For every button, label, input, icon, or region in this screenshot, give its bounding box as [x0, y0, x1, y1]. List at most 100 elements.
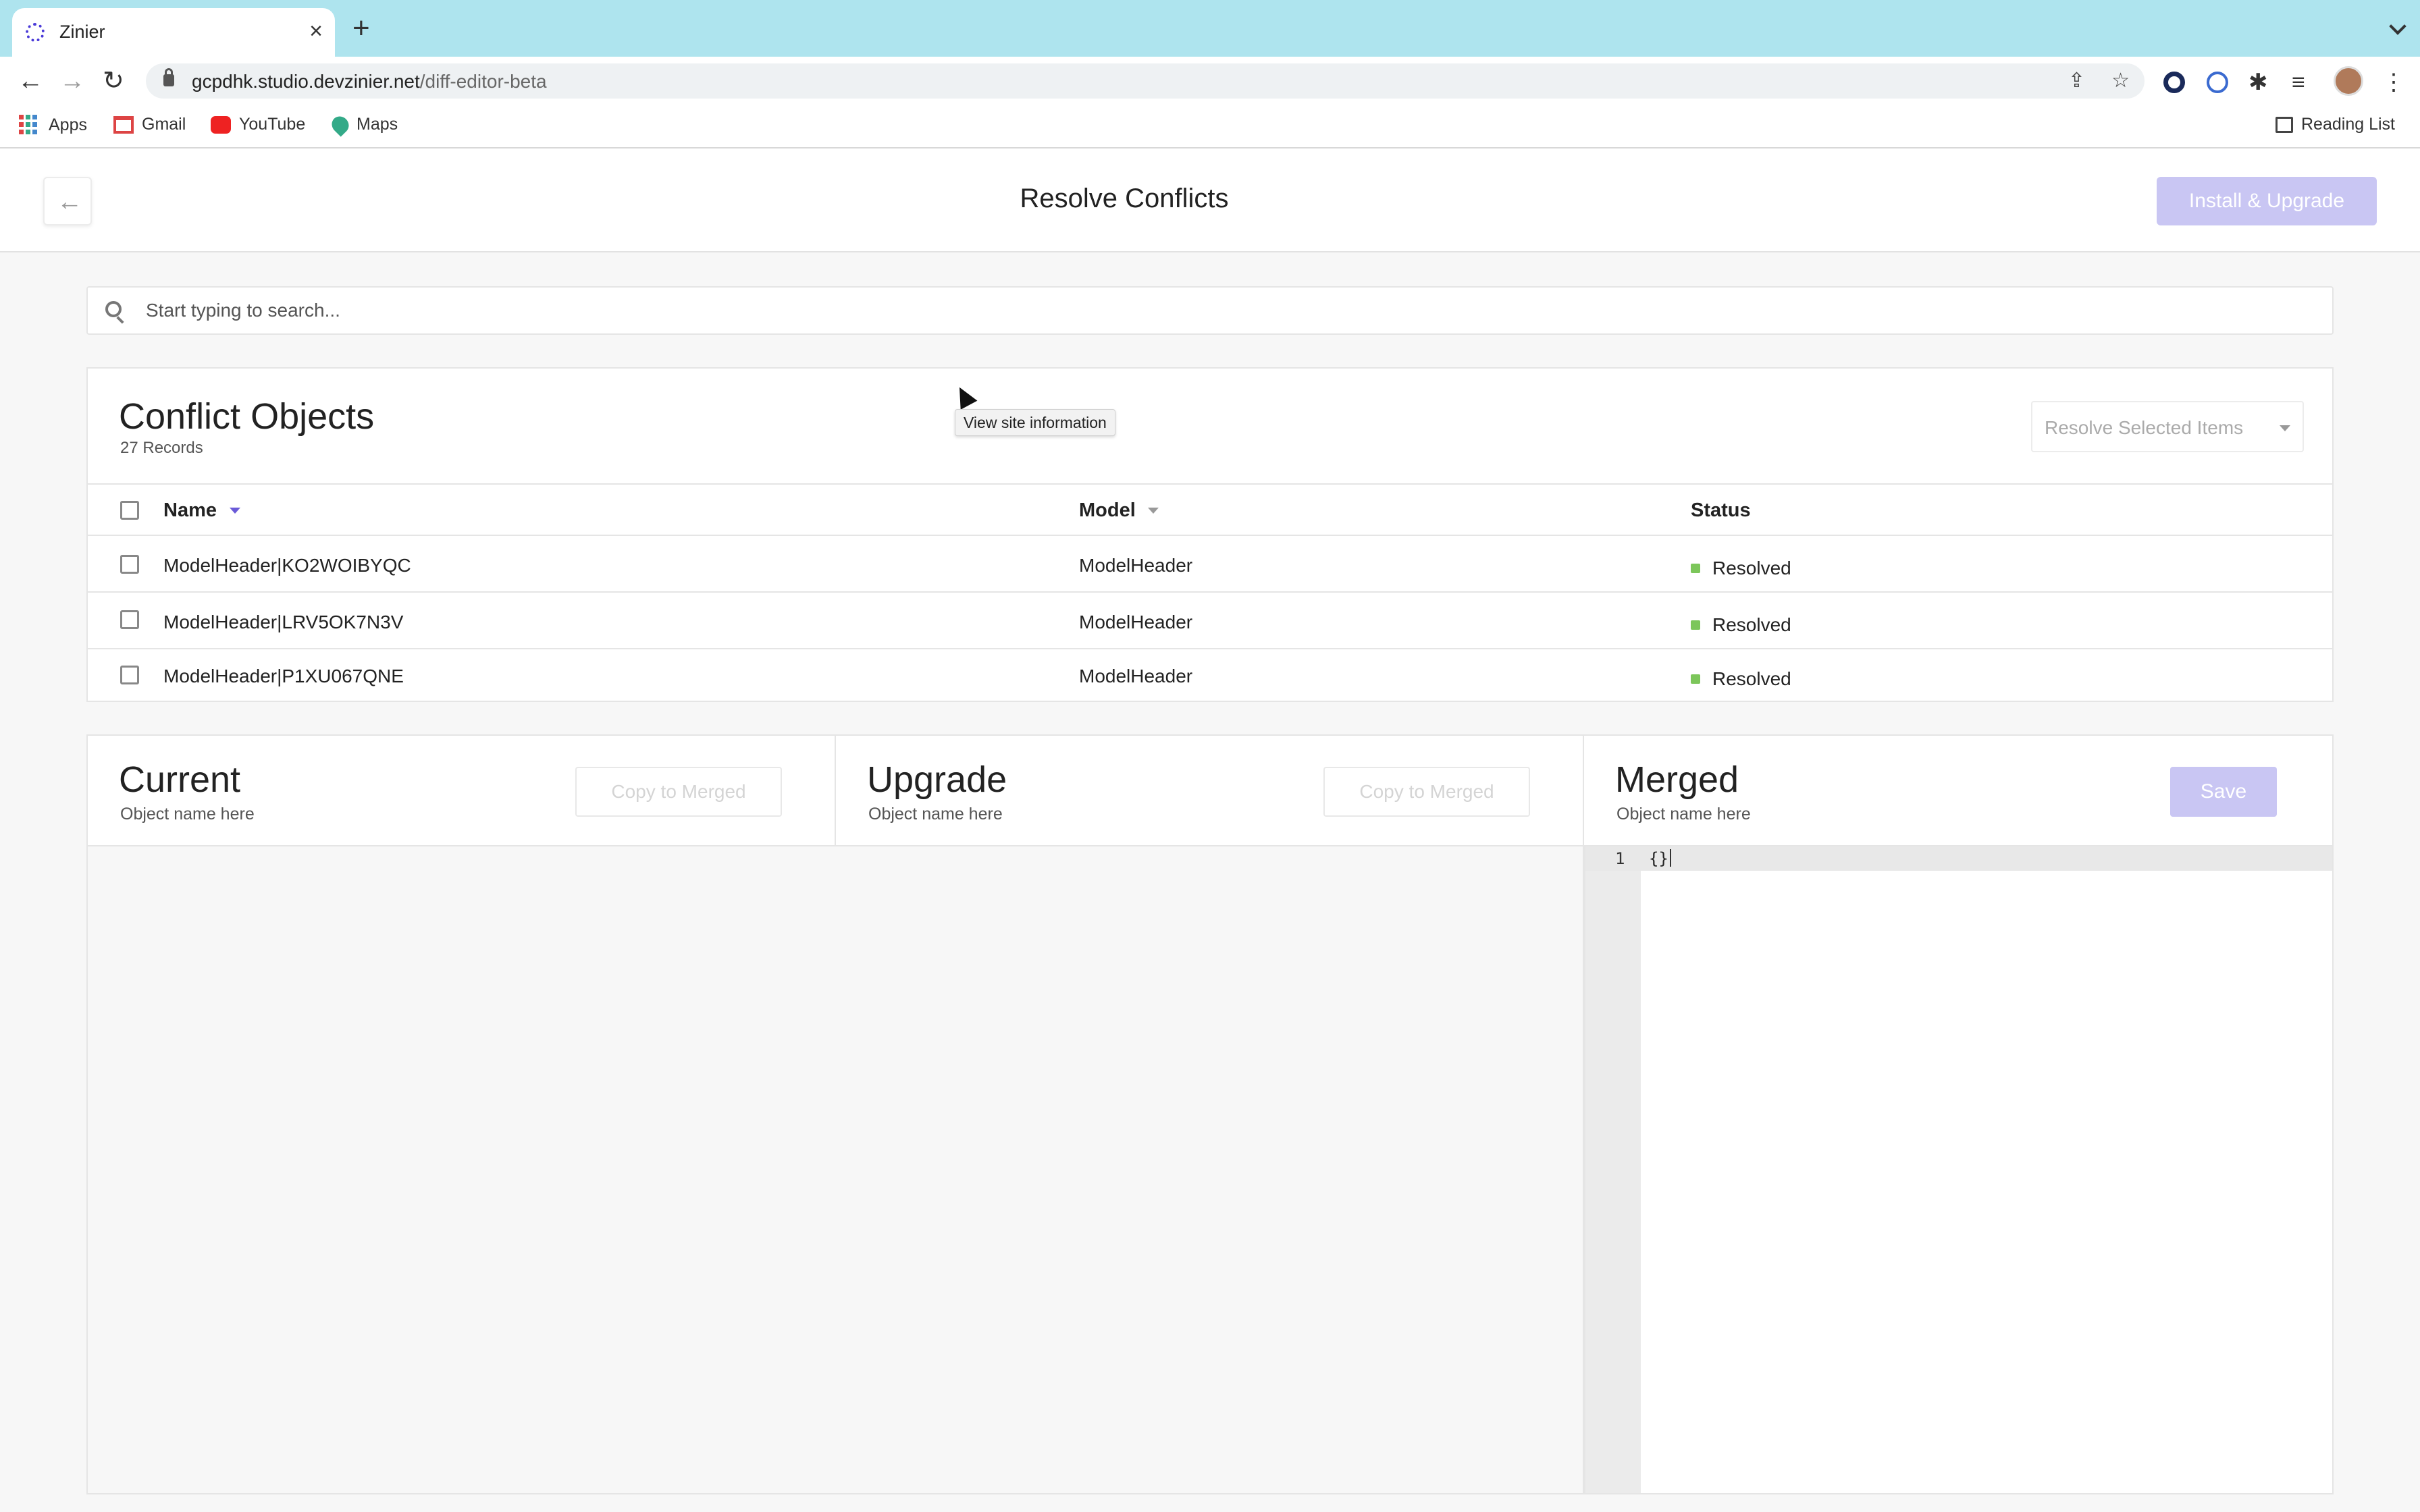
line-gutter: [1585, 846, 1641, 1493]
reload-icon[interactable]: ↻: [103, 65, 124, 97]
url-path: /diff-editor-beta: [419, 71, 547, 92]
search-input[interactable]: [146, 288, 2307, 333]
extension-circle-icon[interactable]: [2163, 72, 2185, 93]
chevron-down-icon[interactable]: [2389, 18, 2406, 35]
table-row[interactable]: ModelHeader|LRV5OK7N3V ModelHeader Resol…: [88, 594, 2332, 649]
current-subtitle: Object name here: [120, 805, 255, 824]
row-model: ModelHeader: [1079, 612, 1193, 632]
status-badge: Resolved: [1691, 668, 1791, 690]
forward-arrow-icon[interactable]: →: [59, 65, 85, 97]
apps-grid-icon: [19, 115, 39, 135]
browser-tab-bar: Zinier × +: [0, 0, 2420, 57]
search-icon: [105, 301, 122, 317]
current-title: Current: [119, 759, 241, 800]
new-tab-icon[interactable]: +: [352, 14, 370, 43]
row-model: ModelHeader: [1079, 555, 1193, 576]
record-count: 27 Records: [120, 439, 203, 457]
browser-toolbar: ← → ↻ gcpdhk.studio.devzinier.net/diff-e…: [0, 57, 2420, 105]
kebab-menu-icon[interactable]: ⋮: [2382, 69, 2405, 96]
status-dot-icon: [1691, 620, 1700, 630]
column-model[interactable]: Model: [1079, 500, 1136, 522]
bookmark-youtube[interactable]: YouTube: [211, 115, 305, 134]
reading-list-label: Reading List: [2301, 115, 2395, 134]
table-row[interactable]: ModelHeader|P1XU067QNE ModelHeader Resol…: [88, 651, 2332, 706]
bookmarks-bar: Apps Gmail YouTube Maps Reading List: [0, 105, 2420, 148]
column-status: Status: [1691, 500, 1751, 521]
url-host: gcpdhk.studio.devzinier.net: [192, 71, 420, 92]
column-label: Model: [1079, 500, 1136, 521]
conflict-objects-panel: Conflict Objects 27 Records Resolve Sele…: [86, 367, 2334, 702]
row-checkbox[interactable]: [120, 610, 139, 629]
row-model: ModelHeader: [1079, 666, 1193, 686]
extension-badge-icon[interactable]: [2207, 72, 2228, 93]
row-checkbox[interactable]: [120, 666, 139, 684]
bookmark-apps[interactable]: Apps: [19, 115, 87, 135]
status-label: Resolved: [1712, 614, 1791, 635]
back-arrow-icon[interactable]: ←: [18, 65, 43, 97]
upgrade-subtitle: Object name here: [868, 805, 1003, 824]
sort-caret-icon[interactable]: [1148, 508, 1159, 514]
reading-list-icon: [2276, 116, 2293, 133]
bookmark-label: YouTube: [239, 115, 306, 134]
copy-to-merged-button[interactable]: Copy to Merged: [575, 767, 782, 817]
active-line: 1 {}: [1585, 846, 2332, 871]
url-text: gcpdhk.studio.devzinier.net/diff-editor-…: [192, 71, 547, 92]
resolve-selected-dropdown[interactable]: Resolve Selected Items: [2031, 401, 2304, 452]
upgrade-panel-header: Upgrade Object name here Copy to Merged: [836, 734, 1584, 846]
line-number: 1: [1615, 849, 1625, 868]
tooltip: View site information: [955, 409, 1115, 436]
maps-pin-icon: [328, 112, 352, 137]
sort-caret-icon[interactable]: [230, 508, 240, 514]
merged-panel-header: Merged Object name here Save: [1584, 734, 2334, 846]
row-name: ModelHeader|KO2WOIBYQC: [163, 555, 411, 576]
bookmark-label: Apps: [49, 115, 87, 134]
gmail-icon: [113, 115, 134, 134]
row-name: ModelHeader|P1XU067QNE: [163, 666, 404, 686]
caret-down-icon: [2280, 425, 2290, 431]
page-title: Resolve Conflicts: [1020, 184, 1229, 213]
bookmark-maps[interactable]: Maps: [328, 112, 398, 137]
star-icon[interactable]: ☆: [2111, 69, 2130, 92]
puzzle-extensions-icon[interactable]: ✱: [2248, 69, 2268, 96]
status-label: Resolved: [1712, 668, 1791, 689]
bookmark-gmail[interactable]: Gmail: [113, 115, 186, 134]
bookmark-label: Gmail: [142, 115, 186, 134]
diff-viewer[interactable]: [86, 846, 1584, 1494]
row-name: ModelHeader|LRV5OK7N3V: [163, 612, 404, 632]
upgrade-title: Upgrade: [867, 759, 1007, 800]
column-name[interactable]: Name: [163, 500, 217, 522]
merged-code-editor[interactable]: 1 {}: [1584, 846, 2334, 1494]
select-all-checkbox[interactable]: [120, 501, 139, 520]
status-badge: Resolved: [1691, 614, 1791, 636]
bookmark-label: Maps: [357, 115, 398, 134]
status-dot-icon: [1691, 674, 1700, 684]
youtube-icon: [211, 115, 231, 134]
search-bar: [86, 286, 2334, 335]
address-bar[interactable]: gcpdhk.studio.devzinier.net/diff-editor-…: [146, 63, 2145, 99]
code-line[interactable]: {}: [1649, 849, 1671, 868]
current-panel-header: Current Object name here Copy to Merged: [86, 734, 836, 846]
close-icon[interactable]: ×: [309, 18, 323, 45]
share-icon[interactable]: ⇪: [2068, 69, 2085, 92]
status-badge: Resolved: [1691, 558, 1791, 579]
copy-to-merged-button[interactable]: Copy to Merged: [1323, 767, 1530, 817]
table-header: Name Model Status: [88, 483, 2332, 536]
dropdown-label: Resolve Selected Items: [2045, 417, 2244, 438]
merged-subtitle: Object name here: [1616, 805, 1751, 824]
status-dot-icon: [1691, 564, 1700, 573]
merged-title: Merged: [1615, 759, 1739, 800]
lock-icon[interactable]: [163, 68, 174, 86]
reading-list[interactable]: Reading List: [2276, 115, 2395, 134]
zinier-favicon-icon: [26, 23, 45, 42]
tab-title: Zinier: [59, 22, 105, 42]
media-queue-icon[interactable]: ≡: [2292, 69, 2305, 96]
browser-tab[interactable]: Zinier ×: [12, 8, 335, 57]
app-header: ← Resolve Conflicts Install & Upgrade: [0, 148, 2420, 252]
install-upgrade-button[interactable]: Install & Upgrade: [2157, 177, 2377, 225]
avatar[interactable]: [2334, 66, 2363, 96]
save-button[interactable]: Save: [2170, 767, 2277, 817]
section-title: Conflict Objects: [119, 396, 375, 437]
row-checkbox[interactable]: [120, 555, 139, 574]
table-row[interactable]: ModelHeader|KO2WOIBYQC ModelHeader Resol…: [88, 537, 2332, 593]
status-label: Resolved: [1712, 558, 1791, 578]
